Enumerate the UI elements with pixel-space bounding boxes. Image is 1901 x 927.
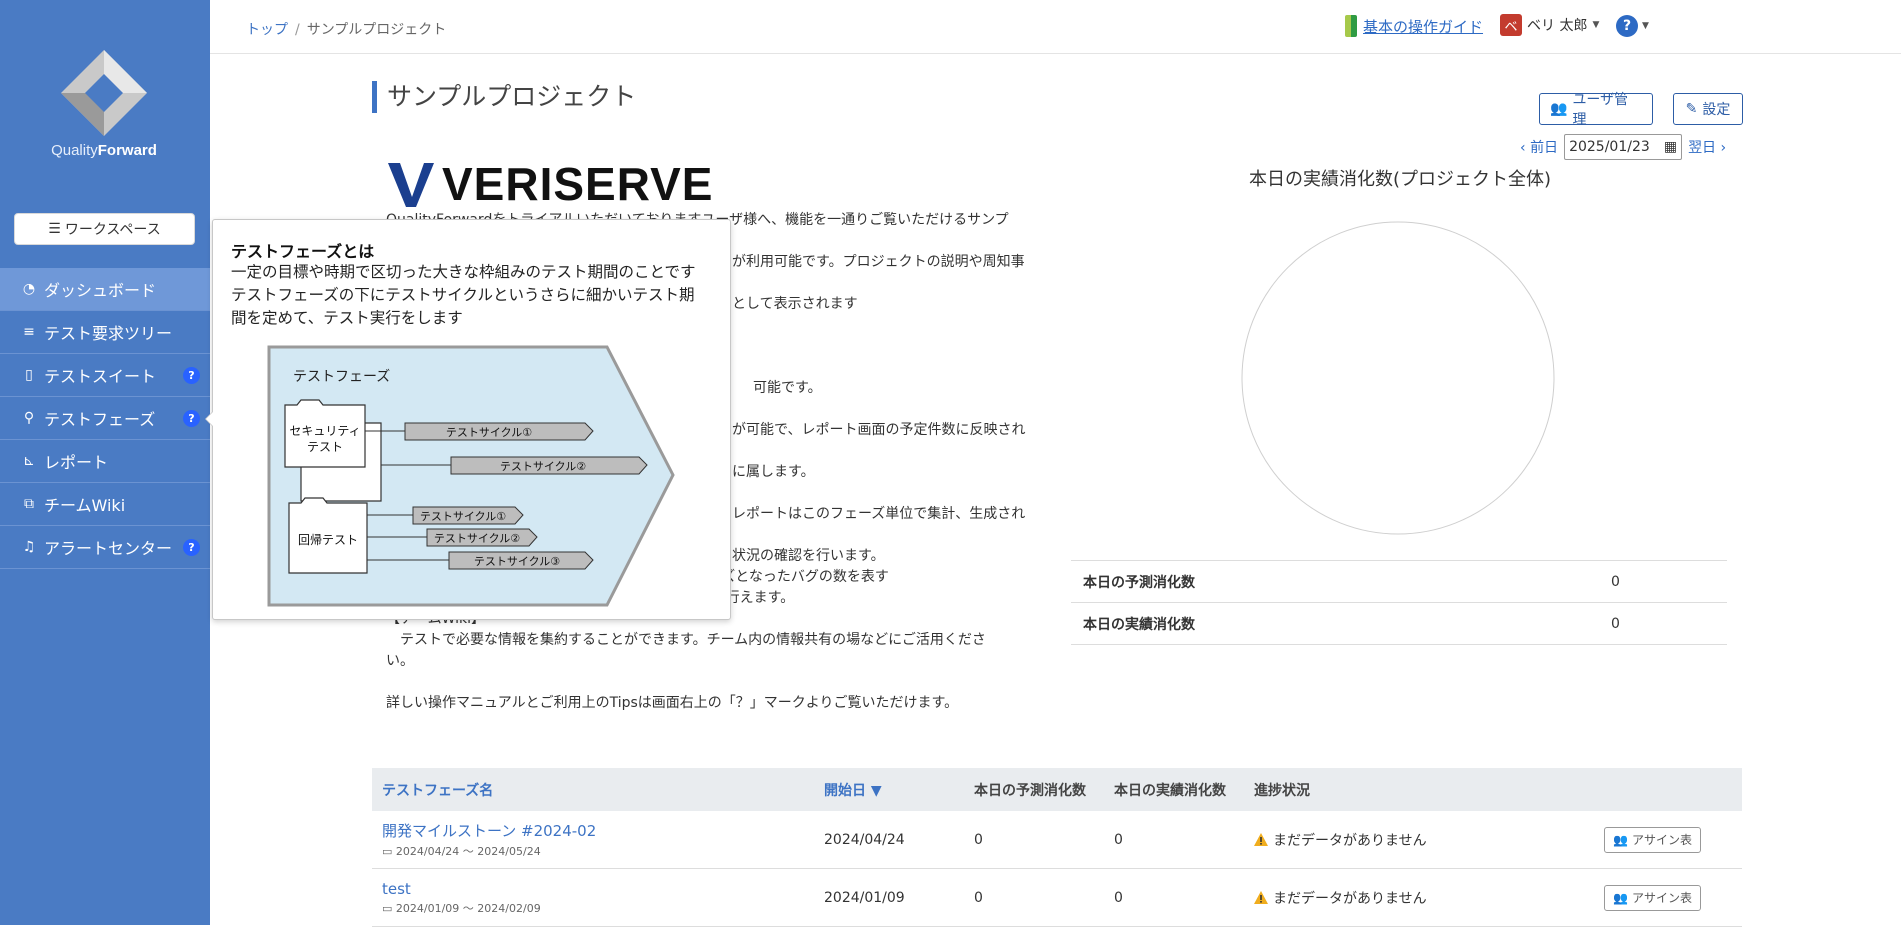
diamond-logo-icon xyxy=(61,50,147,136)
help-icon[interactable]: ? xyxy=(183,410,200,427)
veriserve-v-icon xyxy=(388,163,434,207)
date-navigation: ‹ 前日 2025/01/23 ▦ 翌日 › xyxy=(1520,134,1726,160)
diagram-folder-security-line2: テスト xyxy=(307,440,343,454)
popover-title: テストフェーズとは xyxy=(231,242,375,261)
phase-start-date: 2024/04/24 xyxy=(824,831,905,848)
help-menu[interactable]: ? ▼ xyxy=(1616,15,1649,37)
phase-period: ▭ 2024/04/24 〜 2024/05/24 xyxy=(382,845,541,858)
users-icon: 👥 xyxy=(1613,832,1628,847)
user-menu[interactable]: ベ ベリ 太郎 ▼ xyxy=(1500,14,1599,36)
phase-forecast: 0 xyxy=(974,831,983,848)
diagram-phase-label: テストフェーズ xyxy=(293,369,390,385)
help-icon[interactable]: ? xyxy=(183,367,200,384)
sidebar: QualityForward ☰ ワークスペース ◔ ダッシュボード ≡ テスト… xyxy=(0,0,210,925)
diagram-cycle-bottom-1: テストサイクル① xyxy=(420,510,506,523)
diagram-folder-regression: 回帰テスト xyxy=(298,533,358,547)
phase-actual: 0 xyxy=(1114,831,1123,848)
col-header-start-date[interactable]: 開始日 ▼ xyxy=(824,780,974,800)
chart-title: 本日の実績消化数(プロジェクト全体) xyxy=(1248,169,1552,190)
sidebar-item-test-suite[interactable]: ▯ テストスイート ? xyxy=(0,354,210,397)
date-input[interactable]: 2025/01/23 ▦ xyxy=(1564,134,1683,160)
help-icon[interactable]: ? xyxy=(183,539,200,556)
phase-progress: まだデータがありません xyxy=(1254,888,1604,908)
pie-empty-circle xyxy=(1241,221,1555,535)
col-header-progress: 進捗状況 xyxy=(1254,782,1310,799)
calendar-icon: ▭ xyxy=(382,845,393,858)
sidebar-item-test-requirement-tree[interactable]: ≡ テスト要求ツリー xyxy=(0,311,210,354)
daily-stats: 本日の予測消化数 0 本日の実績消化数 0 xyxy=(1071,560,1727,645)
user-name: ベリ 太郎 xyxy=(1527,18,1588,34)
pencil-icon: ✎ xyxy=(1685,101,1698,117)
test-phase-help-popover: テストフェーズとは 一定の目標や時期で区切った大きな枠組みのテスト期間のことです… xyxy=(205,219,731,620)
table-header: テストフェーズ名 開始日 ▼ 本日の予測消化数 本日の実績消化数 進捗状況 xyxy=(372,768,1742,811)
phase-name-link[interactable]: 開発マイルストーン #2024-02 xyxy=(382,822,596,840)
caret-down-icon: ▼ xyxy=(1642,21,1649,31)
sidebar-item-alert-center[interactable]: ♫ アラートセンター ? xyxy=(0,526,210,569)
stats-row-forecast: 本日の予測消化数 0 xyxy=(1071,561,1727,603)
phase-actual: 0 xyxy=(1114,889,1123,906)
next-day-link[interactable]: 翌日 › xyxy=(1688,137,1726,157)
test-phase-diagram: テストフェーズ セキュリティ テスト テストサイクル① テストサイクル② 回帰テ… xyxy=(267,345,675,607)
popover-body: 一定の目標や時期で区切った大きな枠組みのテスト期間のことです テストフェーズの下… xyxy=(231,263,696,327)
calendar-icon: ▦ xyxy=(1663,139,1678,155)
diagram-cycle-top-1: テストサイクル① xyxy=(446,426,532,439)
phase-progress: まだデータがありません xyxy=(1254,830,1604,850)
user-management-button[interactable]: 👥 ユーザ管理 xyxy=(1539,92,1653,128)
chevron-right-icon: › xyxy=(1720,140,1727,156)
sidebar-item-report[interactable]: ⊾ レポート xyxy=(0,440,210,483)
document-icon: ▯ xyxy=(25,367,33,383)
prev-day-link[interactable]: ‹ 前日 xyxy=(1520,137,1558,157)
diagram-cycle-bottom-3: テストサイクル③ xyxy=(474,555,560,568)
question-icon: ? xyxy=(1616,15,1638,37)
phase-period: ▭ 2024/01/09 〜 2024/02/09 xyxy=(382,901,541,915)
diagram-folder-security-line1: セキュリティ xyxy=(289,424,360,438)
users-icon: 👥 xyxy=(1550,101,1568,117)
stats-row-actual: 本日の実績消化数 0 xyxy=(1071,603,1727,645)
veriserve-logo: VERISERVE xyxy=(386,157,713,211)
table-row: test ▭ 2024/01/09 〜 2024/02/09 2024/01/0… xyxy=(372,869,1742,927)
sidebar-nav: ◔ ダッシュボード ≡ テスト要求ツリー ▯ テストスイート ? ⚲ テストフェ… xyxy=(0,268,210,569)
assign-table-button[interactable]: 👥 アサイン表 xyxy=(1604,884,1701,911)
diagram-cycle-bottom-2: テストサイクル② xyxy=(434,532,520,545)
table-row: 開発マイルストーン #2024-02 ▭ 2024/04/24 〜 2024/0… xyxy=(372,811,1742,869)
breadcrumb-home-link[interactable]: トップ xyxy=(246,22,288,38)
progress-pie-chart xyxy=(1241,221,1555,535)
col-header-actual: 本日の実績消化数 xyxy=(1114,782,1226,799)
phase-start-date: 2024/01/09 xyxy=(824,889,905,906)
chart-icon: ⊾ xyxy=(23,453,35,469)
quality-forward-logo[interactable]: QualityForward xyxy=(48,48,160,168)
breadcrumb-current: サンプルプロジェクト xyxy=(306,22,447,38)
breadcrumb: トップ / サンプルプロジェクト xyxy=(246,22,447,38)
diagram-cycle-top-2: テストサイクル② xyxy=(500,460,586,473)
settings-button[interactable]: ✎ 設定 xyxy=(1673,93,1743,125)
assign-table-button[interactable]: 👥 アサイン表 xyxy=(1604,826,1701,853)
sidebar-item-team-wiki[interactable]: ⧉ チームWiki xyxy=(0,483,210,526)
caret-down-icon: ▼ xyxy=(1592,20,1600,30)
copy-icon: ⧉ xyxy=(24,496,34,512)
tree-icon: ≡ xyxy=(23,324,35,340)
operation-guide-link[interactable]: 基本の操作ガイド xyxy=(1363,16,1483,37)
warning-icon xyxy=(1254,833,1268,846)
stethoscope-icon: ⚲ xyxy=(23,410,35,426)
bell-icon: ♫ xyxy=(22,539,36,555)
operation-guide: 基本の操作ガイド xyxy=(1345,15,1483,37)
col-header-name[interactable]: テストフェーズ名 xyxy=(372,780,824,800)
warning-icon xyxy=(1254,891,1268,904)
dashboard-icon: ◔ xyxy=(22,281,36,297)
avatar: ベ xyxy=(1500,14,1522,36)
calendar-icon: ▭ xyxy=(382,901,393,915)
chevron-left-icon: ‹ xyxy=(1520,140,1526,156)
test-phase-table: テストフェーズ名 開始日 ▼ 本日の予測消化数 本日の実績消化数 進捗状況 開発… xyxy=(372,768,1742,927)
page-title: サンプルプロジェクト xyxy=(372,81,636,113)
logo-text: QualityForward xyxy=(51,142,157,159)
sidebar-item-dashboard[interactable]: ◔ ダッシュボード xyxy=(0,268,210,311)
col-header-forecast: 本日の予測消化数 xyxy=(974,782,1086,799)
phase-name-link[interactable]: test xyxy=(382,880,411,898)
users-icon: 👥 xyxy=(1613,890,1628,905)
book-icon xyxy=(1345,15,1357,37)
list-icon: ☰ xyxy=(48,221,61,237)
workspace-button[interactable]: ☰ ワークスペース xyxy=(14,213,195,245)
sidebar-item-test-phase[interactable]: ⚲ テストフェーズ ? xyxy=(0,397,210,440)
phase-forecast: 0 xyxy=(974,889,983,906)
